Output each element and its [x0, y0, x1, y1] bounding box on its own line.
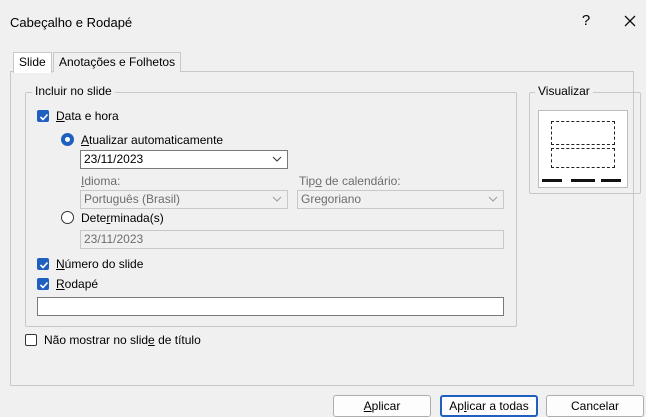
- fixed-date-radio[interactable]: [61, 211, 74, 224]
- date-format-value: 23/11/2023: [84, 152, 144, 166]
- preview-footer-bar: [571, 179, 595, 182]
- date-format-dropdown[interactable]: 23/11/2023: [80, 150, 288, 169]
- calendar-type-value: Gregoriano: [301, 192, 362, 206]
- fixed-date-label: Determinada(s): [81, 211, 164, 225]
- help-button[interactable]: ?: [578, 12, 594, 29]
- preview-header-placeholder: [551, 121, 615, 145]
- slide-preview: [538, 110, 628, 188]
- tab-slide[interactable]: Slide: [13, 52, 52, 73]
- checkmark-icon: [39, 261, 49, 269]
- footer-label: Rodapé: [56, 277, 99, 291]
- calendar-type-label: Tipo de calendário:: [299, 174, 401, 188]
- language-label: Idioma:: [81, 174, 121, 188]
- slide-number-label: Número do slide: [56, 257, 144, 271]
- footer-checkbox[interactable]: [37, 278, 49, 290]
- fixed-date-value: 23/11/2023: [84, 232, 144, 246]
- chevron-down-icon: [272, 196, 282, 202]
- auto-update-radio[interactable]: [61, 133, 74, 146]
- checkmark-icon: [39, 281, 49, 289]
- chevron-down-icon: [272, 156, 282, 162]
- dont-show-title-slide-checkbox[interactable]: [25, 334, 37, 346]
- dialog-title: Cabeçalho e Rodapé: [10, 15, 133, 30]
- tab-notes-handouts[interactable]: Anotações e Folhetos: [53, 52, 182, 72]
- checkmark-icon: [39, 113, 49, 121]
- include-group-box: [25, 92, 517, 327]
- auto-update-label: Atualizar automaticamente: [81, 133, 224, 147]
- slide-number-checkbox[interactable]: [37, 258, 49, 270]
- fixed-date-input[interactable]: 23/11/2023: [80, 230, 504, 249]
- language-dropdown[interactable]: Português (Brasil): [80, 190, 288, 209]
- date-time-checkbox[interactable]: [37, 110, 49, 122]
- chevron-down-icon: [488, 196, 498, 202]
- close-icon: [624, 15, 636, 27]
- preview-date-bar: [542, 179, 562, 182]
- preview-number-bar: [601, 179, 621, 182]
- language-value: Português (Brasil): [84, 192, 181, 206]
- cancel-button[interactable]: Cancelar: [546, 395, 644, 417]
- calendar-type-dropdown[interactable]: Gregoriano: [297, 190, 504, 209]
- dont-show-title-slide-label: Não mostrar no slide de título: [44, 333, 201, 347]
- apply-button[interactable]: Aplicar: [333, 395, 431, 417]
- preview-footer-placeholder: [551, 148, 615, 168]
- preview-label: Visualizar: [535, 84, 593, 98]
- footer-text-input[interactable]: [37, 297, 504, 316]
- apply-all-button[interactable]: Aplicar a todas: [440, 395, 538, 417]
- close-button[interactable]: [620, 11, 640, 31]
- date-time-label: Data e hora: [56, 109, 119, 123]
- include-group-label: Incluir no slide: [32, 84, 115, 98]
